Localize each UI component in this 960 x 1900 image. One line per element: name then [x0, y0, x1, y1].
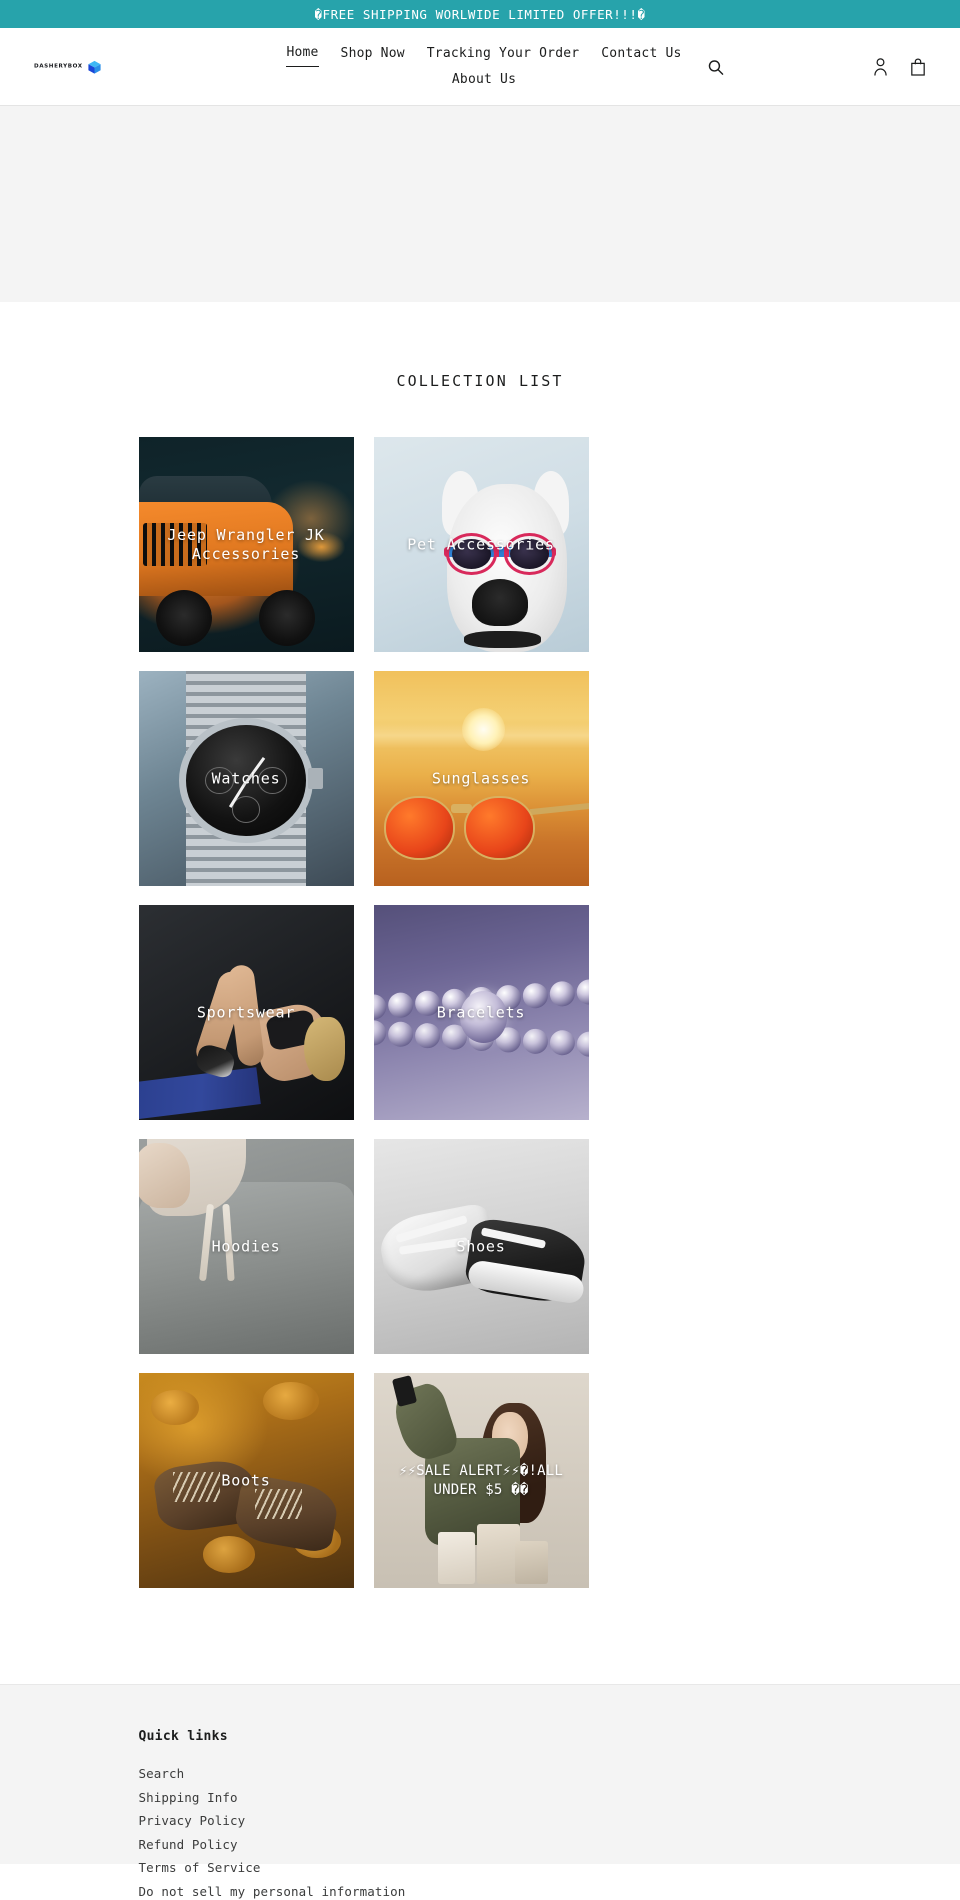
collection-title: Pet Accessories: [407, 535, 555, 553]
collection-title: Sportswear: [196, 1003, 296, 1021]
site-header: DASHERYBOX Home Shop Now Tracking Your O…: [0, 28, 960, 106]
collection-title: Watches: [211, 769, 281, 787]
collection-card-boots[interactable]: Boots: [138, 1373, 354, 1588]
list-item: Refund Policy: [139, 1834, 822, 1853]
announcement-text: �FREE SHIPPING WORLWIDE LIMITED OFFER!!!…: [314, 6, 646, 22]
footer-link-list: Search Shipping Info Privacy Policy Refu…: [139, 1763, 822, 1900]
collection-title: Hoodies: [211, 1237, 281, 1255]
list-item: Privacy Policy: [139, 1810, 822, 1829]
account-button[interactable]: [873, 57, 888, 76]
collection-title: ⚡⚡SALE ALERT⚡⚡�!ALL UNDER $5 ��: [399, 1462, 563, 1498]
collection-card-sale-alert[interactable]: ⚡⚡SALE ALERT⚡⚡�!ALL UNDER $5 ��: [373, 1373, 589, 1588]
footer-heading-quick-links: Quick links: [138, 1729, 228, 1744]
collection-card-hoodies[interactable]: Hoodies: [138, 1139, 354, 1354]
list-item: Search: [139, 1763, 822, 1782]
account-icon: [874, 57, 887, 76]
collection-card-pet-accessories[interactable]: Pet Accessories: [373, 437, 589, 652]
collection-title: Shoes: [456, 1237, 506, 1255]
site-logo[interactable]: DASHERYBOX: [34, 59, 102, 74]
footer-link-search[interactable]: Search: [139, 1766, 185, 1781]
main-navigation: Home Shop Now Tracking Your Order Contac…: [265, 41, 695, 92]
cart-button[interactable]: [910, 57, 926, 76]
collection-list-section: COLLECTION LIST Jeep Wrangler JK Accesso…: [0, 302, 960, 1588]
collection-title: Bracelets: [436, 1003, 526, 1021]
footer-inner: Quick links Search Shipping Info Privacy…: [139, 1729, 822, 1900]
nav-item-tracking-your-order[interactable]: Tracking Your Order: [427, 42, 580, 66]
collection-title: Boots: [221, 1471, 271, 1489]
collection-card-sunglasses[interactable]: Sunglasses: [373, 671, 589, 886]
footer-link-privacy-policy[interactable]: Privacy Policy: [139, 1813, 246, 1828]
announcement-bar: �FREE SHIPPING WORLWIDE LIMITED OFFER!!!…: [0, 0, 960, 28]
nav-item-about-us[interactable]: About Us: [452, 68, 516, 92]
page-title: COLLECTION LIST: [396, 372, 564, 390]
footer-link-do-not-sell-my-personal-information[interactable]: Do not sell my personal information: [139, 1884, 406, 1899]
hero-banner: [0, 106, 960, 302]
list-item: Terms of Service: [139, 1857, 822, 1876]
collection-card-watches[interactable]: Watches: [138, 671, 354, 886]
header-actions: [873, 57, 926, 76]
collection-card-sportswear[interactable]: Sportswear: [138, 905, 354, 1120]
collection-title: Sunglasses: [431, 769, 531, 787]
site-footer: Quick links Search Shipping Info Privacy…: [0, 1684, 960, 1899]
nav-item-shop-now[interactable]: Shop Now: [341, 42, 405, 66]
footer-link-shipping-info[interactable]: Shipping Info: [139, 1790, 238, 1805]
collection-grid: Jeep Wrangler JK Accessories Pet Accesso…: [138, 437, 822, 1588]
cube-logo-icon: [88, 60, 101, 74]
collection-card-bracelets[interactable]: Bracelets: [373, 905, 589, 1120]
nav-row-primary: Home Shop Now Tracking Your Order Contac…: [273, 41, 695, 67]
collection-card-jeep-wrangler-jk-accessories[interactable]: Jeep Wrangler JK Accessories: [138, 437, 354, 652]
footer-link-refund-policy[interactable]: Refund Policy: [139, 1837, 238, 1852]
search-button[interactable]: [707, 58, 724, 75]
nav-row-secondary: About Us: [273, 68, 695, 92]
cart-icon: [911, 58, 925, 76]
collection-title: Jeep Wrangler JK Accessories: [167, 525, 325, 563]
footer-link-terms-of-service[interactable]: Terms of Service: [139, 1860, 261, 1875]
list-item: Shipping Info: [139, 1787, 822, 1806]
list-item: Do not sell my personal information: [139, 1881, 822, 1900]
nav-item-contact-us[interactable]: Contact Us: [601, 42, 681, 66]
nav-item-home[interactable]: Home: [286, 41, 319, 67]
search-icon: [708, 59, 724, 75]
collection-card-shoes[interactable]: Shoes: [373, 1139, 589, 1354]
logo-text: DASHERYBOX: [34, 63, 83, 70]
